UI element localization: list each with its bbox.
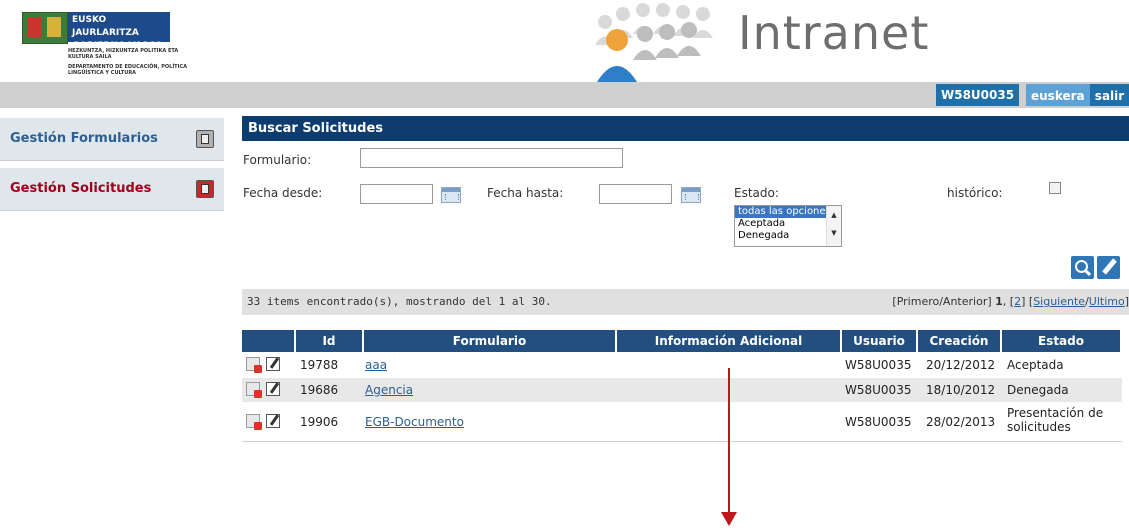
sidebar-item-form-management[interactable]: Gestión Formularios <box>0 118 224 161</box>
form-name-input[interactable] <box>360 148 623 168</box>
coat-of-arms-icon <box>22 12 68 44</box>
form-link[interactable]: Agencia <box>365 383 413 397</box>
edit-icon[interactable] <box>266 357 280 371</box>
pagination: [Primero/Anterior] 1, [2] [Siguiente/Ult… <box>892 295 1129 308</box>
user-id-badge: W58U0035 <box>936 84 1020 106</box>
results-count-text: 33 items encontrado(s), mostrando del 1 … <box>247 295 552 308</box>
delete-icon[interactable] <box>246 414 262 430</box>
calendar-icon[interactable] <box>441 187 461 203</box>
logo-text-block: EUSKO JAURLARITZA GOBIERNO VASCO <box>68 12 170 51</box>
history-checkbox[interactable] <box>1049 182 1061 194</box>
table-row: 19686 Agencia W58U0035 18/10/2012 Denega… <box>242 378 1122 402</box>
cell-created: 28/02/2013 <box>926 415 996 429</box>
cell-form: EGB-Documento <box>365 415 464 429</box>
delete-icon[interactable] <box>246 357 262 373</box>
form-link[interactable]: aaa <box>365 358 387 372</box>
form-field-label: Formulario: <box>243 153 312 167</box>
cell-form: aaa <box>365 358 387 372</box>
cell-status: Denegada <box>1007 383 1069 397</box>
cell-created: 18/10/2012 <box>926 383 996 397</box>
column-header-form[interactable]: Formulario <box>364 330 615 352</box>
app-title: Intranet <box>738 6 930 60</box>
table-row: 19788 aaa W58U0035 20/12/2012 Aceptada <box>242 353 1122 377</box>
form-icon <box>196 180 214 198</box>
column-header-additional-info[interactable]: Información Adicional <box>617 330 840 352</box>
cell-id: 19788 <box>300 358 339 372</box>
column-header-status[interactable]: Estado <box>1002 330 1120 352</box>
pager-next-link[interactable]: Siguiente <box>1033 295 1085 308</box>
top-bar: W58U0035 euskera salir <box>0 82 1129 108</box>
column-header-id[interactable]: Id <box>296 330 362 352</box>
search-button[interactable] <box>1071 256 1094 279</box>
column-header-creation[interactable]: Creación <box>918 330 1000 352</box>
cell-id: 19686 <box>300 383 339 397</box>
form-icon <box>196 130 214 148</box>
column-header-user[interactable]: Usuario <box>842 330 916 352</box>
pager-page-2-link[interactable]: 2 <box>1014 295 1021 308</box>
calendar-icon[interactable] <box>681 187 701 203</box>
cell-status: Presentación de solicitudes <box>1007 406 1103 434</box>
form-link[interactable]: EGB-Documento <box>365 415 464 429</box>
pager-first-prev: [Primero/Anterior] <box>892 295 992 308</box>
search-panel-title: Buscar Solicitudes <box>242 116 1129 141</box>
date-to-label: Fecha hasta: <box>487 186 564 200</box>
pager-last-link[interactable]: Ultimo <box>1089 295 1125 308</box>
people-group-graphic <box>595 3 713 82</box>
cell-user: W58U0035 <box>845 358 912 372</box>
date-to-input[interactable] <box>599 184 672 204</box>
date-from-label: Fecha desde: <box>243 186 323 200</box>
cell-created: 20/12/2012 <box>926 358 996 372</box>
gobierno-vasco-logo: EUSKO JAURLARITZA GOBIERNO VASCO HEZKUNT… <box>22 8 187 80</box>
actions-column-header <box>242 330 294 352</box>
annotation-arrow-shaft <box>728 368 730 516</box>
listbox-scrollbar[interactable]: ▲ ▼ <box>826 206 841 246</box>
cell-user: W58U0035 <box>845 383 912 397</box>
history-label: histórico: <box>947 186 1003 200</box>
cell-form: Agencia <box>365 383 413 397</box>
cell-id: 19906 <box>300 415 339 429</box>
edit-icon[interactable] <box>266 414 280 428</box>
logo-line-1: EUSKO JAURLARITZA <box>72 15 139 38</box>
results-table-header: Id Formulario Información Adicional Usua… <box>242 330 1122 352</box>
status-option[interactable]: todas las opciones <box>735 206 831 218</box>
table-bottom-border <box>242 441 1122 442</box>
status-label: Estado: <box>734 186 779 200</box>
status-multiselect[interactable]: todas las opciones Aceptada Denegada ▲ ▼ <box>734 205 842 247</box>
cell-status: Aceptada <box>1007 358 1064 372</box>
status-line-2: solicitudes <box>1007 420 1071 434</box>
sidebar-item-label: Gestión Formularios <box>10 131 158 146</box>
status-line-1: Presentación de <box>1007 406 1104 420</box>
table-row: 19906 EGB-Documento W58U0035 28/02/2013 … <box>242 404 1122 440</box>
date-from-input[interactable] <box>360 184 433 204</box>
sidebar-item-label: Gestión Solicitudes <box>10 181 152 196</box>
department-name-basque: HEZKUNTZA, HIZKUNTZA POLITIKA ETA KULTUR… <box>68 48 179 60</box>
delete-icon[interactable] <box>246 382 262 398</box>
sidebar-item-request-management[interactable]: Gestión Solicitudes <box>0 168 224 211</box>
language-toggle-link[interactable]: euskera <box>1026 84 1090 106</box>
pager-current-page: 1 <box>995 295 1003 308</box>
clear-button[interactable] <box>1097 256 1120 279</box>
annotation-arrow-head <box>721 512 737 526</box>
results-summary-bar: 33 items encontrado(s), mostrando del 1 … <box>242 289 1129 315</box>
edit-icon[interactable] <box>266 382 280 396</box>
cell-user: W58U0035 <box>845 415 912 429</box>
department-name-spanish: DEPARTAMENTO DE EDUCACIÓN, POLÍTICA LING… <box>68 64 187 76</box>
logout-link[interactable]: salir <box>1090 84 1129 106</box>
